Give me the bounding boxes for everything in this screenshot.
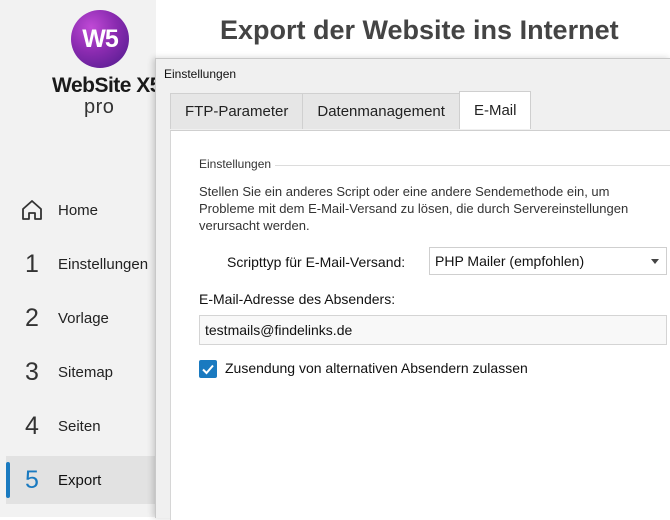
sidebar-item-home[interactable]: Home (6, 186, 156, 234)
sidebar-item-label: Export (58, 471, 102, 489)
logo-name: WebSite X5 (52, 74, 161, 97)
dialog-title: Einstellungen (164, 67, 237, 81)
sidebar-item-label: Sitemap (58, 363, 114, 381)
alt-sender-checkbox[interactable] (199, 360, 217, 378)
sidebar: W5 WebSite X5 pro Home 1 Einstellungen 2… (0, 0, 161, 517)
tab-email[interactable]: E-Mail (458, 91, 532, 129)
section-divider (275, 165, 670, 166)
sidebar-item-label: Einstellungen (58, 255, 149, 273)
section-label: Einstellungen (199, 157, 272, 171)
section-description: Stellen Sie ein anderes Script oder eine… (199, 184, 629, 233)
sender-email-label: E-Mail-Adresse des Absenders: (199, 291, 396, 307)
sidebar-item-number: 2 (25, 303, 39, 332)
sidebar-item-einstellungen[interactable]: 1 Einstellungen (6, 240, 156, 288)
logo-edition: pro (84, 96, 115, 118)
sidebar-item-export[interactable]: 5 Export (6, 456, 156, 504)
email-settings-panel: Einstellungen Stellen Sie ein anderes Sc… (170, 130, 670, 520)
sidebar-item-sitemap[interactable]: 3 Sitemap (6, 348, 156, 396)
sidebar-item-number: 5 (25, 465, 39, 494)
sidebar-item-number: 4 (25, 411, 39, 440)
app-logo: W5 WebSite X5 pro (40, 8, 161, 118)
sidebar-item-number: 1 (25, 249, 39, 278)
sidebar-item-label: Vorlage (58, 309, 109, 327)
script-type-select[interactable]: PHP Mailer (empfohlen) (429, 247, 667, 275)
tab-bar: FTP-Parameter Datenmanagement E-Mail (170, 91, 532, 130)
sidebar-item-label: Seiten (58, 417, 101, 435)
tab-ftp-parameter[interactable]: FTP-Parameter (170, 93, 304, 129)
page-title: Export der Website ins Internet (220, 15, 619, 45)
tab-datenmanagement[interactable]: Datenmanagement (302, 93, 460, 129)
sender-email-input[interactable]: testmails@findelinks.de (199, 315, 667, 345)
settings-dialog: Einstellungen FTP-Parameter Datenmanagem… (155, 58, 670, 520)
sender-email-value: testmails@findelinks.de (205, 322, 353, 338)
sidebar-item-number: 3 (25, 357, 39, 386)
chevron-down-icon (651, 259, 659, 264)
home-icon (12, 198, 52, 222)
script-type-value: PHP Mailer (empfohlen) (435, 253, 585, 269)
sidebar-item-vorlage[interactable]: 2 Vorlage (6, 294, 156, 342)
sidebar-item-label: Home (58, 201, 99, 219)
sidebar-item-seiten[interactable]: 4 Seiten (6, 402, 156, 450)
script-type-label: Scripttyp für E-Mail-Versand: (227, 254, 406, 270)
alt-sender-label: Zusendung von alternativen Absendern zul… (225, 360, 528, 376)
checkmark-icon (202, 364, 214, 375)
logo-mark: W5 (71, 10, 129, 68)
